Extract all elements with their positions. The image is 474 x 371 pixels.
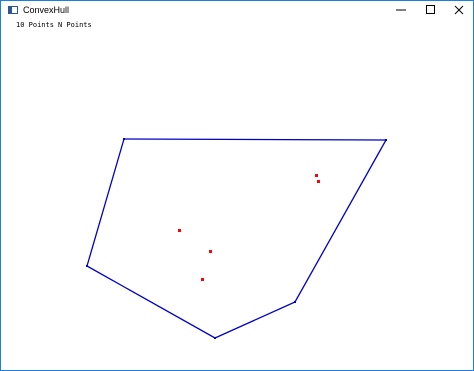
window-title: ConvexHull bbox=[23, 5, 70, 15]
hull-vertex-point bbox=[123, 138, 125, 140]
hull-vertex-point bbox=[214, 337, 216, 339]
app-window: ConvexHull 10 Points N Points bbox=[0, 0, 474, 371]
maximize-icon bbox=[426, 5, 435, 14]
app-window-icon bbox=[8, 6, 18, 14]
title-bar[interactable]: ConvexHull bbox=[1, 1, 473, 19]
close-button[interactable] bbox=[445, 1, 473, 19]
menu-bar: 10 Points N Points bbox=[1, 19, 473, 31]
interior-point bbox=[209, 250, 212, 253]
drawing-canvas[interactable] bbox=[1, 32, 473, 370]
interior-point bbox=[317, 180, 320, 183]
interior-point bbox=[178, 229, 181, 232]
hull-vertex-point bbox=[385, 139, 387, 141]
close-icon bbox=[454, 5, 464, 15]
interior-point bbox=[201, 278, 204, 281]
convex-hull-polygon bbox=[86, 138, 388, 339]
maximize-button[interactable] bbox=[416, 1, 444, 19]
menu-item-10-points[interactable]: 10 Points bbox=[16, 19, 54, 31]
hull-vertex-point bbox=[86, 265, 88, 267]
minimize-button[interactable] bbox=[387, 1, 415, 19]
hull-vertex-point bbox=[294, 301, 296, 303]
minimize-icon bbox=[396, 9, 406, 11]
hull-drawing bbox=[86, 138, 388, 339]
menu-item-n-points[interactable]: N Points bbox=[58, 19, 92, 31]
interior-point bbox=[315, 174, 318, 177]
